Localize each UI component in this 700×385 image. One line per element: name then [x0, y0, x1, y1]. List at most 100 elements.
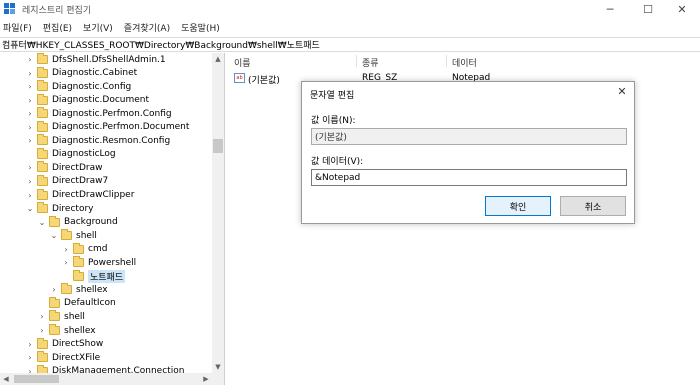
tree-item-label: shell [64, 311, 85, 322]
tree-horizontal-scroll-thumb[interactable] [14, 375, 59, 383]
tree-item[interactable]: › Diagnostic.Perfmon.Document [26, 120, 190, 134]
chevron-right-icon[interactable]: › [26, 96, 34, 105]
tree-item-label: 노트패드 [88, 269, 126, 283]
tree-item[interactable]: › DirectShow [26, 337, 103, 351]
tree-item-label: Diagnostic.Cabinet [52, 68, 138, 79]
chevron-right-icon[interactable]: › [26, 163, 34, 172]
chevron-right-icon[interactable]: › [26, 340, 34, 349]
tree-item[interactable]: › Diagnostic.Resmon.Config [26, 134, 170, 147]
tree-item-label: DirectXFile [52, 352, 101, 363]
folder-icon [49, 215, 60, 227]
value-data-input[interactable]: &Notepad [311, 169, 627, 186]
registry-tree[interactable]: › DfsShell.DfsShellAdmin.1 › Diagnostic.Cab… [0, 53, 225, 385]
chevron-down-icon[interactable]: ⌄ [26, 204, 34, 213]
chevron-down-icon[interactable]: ⌄ [38, 218, 46, 227]
chevron-right-icon[interactable]: › [26, 177, 34, 186]
value-name-field: (기본값) [311, 128, 627, 145]
chevron-right-icon[interactable]: › [62, 258, 70, 267]
edit-string-dialog: 문자열 편집 ✕ 값 이름(N): (기본값) 값 데이터(V): &Notep… [301, 81, 635, 224]
tree-horizontal-scrollbar[interactable]: ◀ ▶ [0, 373, 224, 385]
folder-icon [37, 93, 48, 105]
folder-icon [37, 134, 48, 146]
tree-item[interactable]: DefaultIcon [38, 296, 116, 310]
tree-item[interactable]: › Powershell [62, 256, 136, 269]
tree-item-label: Diagnostic.Document [52, 95, 150, 106]
tree-item[interactable]: › DirectDrawClipper [26, 188, 135, 202]
menu-bar: 파일(F) 편집(E) 보기(V) 즐겨찾기(A) 도움말(H) [0, 19, 231, 36]
chevron-right-icon[interactable]: › [26, 69, 34, 78]
tree-item[interactable]: › Diagnostic.Cabinet [26, 66, 138, 80]
value-name-text: (기본값) [315, 133, 347, 143]
menu-file[interactable]: 파일(F) [3, 21, 32, 34]
chevron-right-icon[interactable]: › [38, 312, 46, 321]
tree-item[interactable]: ⌄ Background [38, 215, 118, 229]
tree-item[interactable]: › shellex [38, 324, 96, 337]
scroll-left-arrow-icon[interactable]: ◀ [0, 373, 12, 385]
chevron-right-icon[interactable]: › [38, 326, 46, 335]
tree-item[interactable]: › shellex [50, 283, 108, 296]
tree-item[interactable]: › cmd [62, 242, 107, 256]
value-name: (기본값) [248, 76, 280, 86]
chevron-right-icon[interactable]: › [26, 136, 34, 145]
folder-icon [37, 337, 48, 349]
menu-edit[interactable]: 편집(E) [43, 21, 72, 34]
tree-item-label: Directory [52, 203, 94, 214]
column-header-name[interactable]: 이름 [234, 56, 251, 69]
folder-icon [37, 107, 48, 119]
tree-item[interactable]: › shell [38, 310, 85, 323]
column-header-type[interactable]: 종류 [362, 56, 379, 69]
folder-icon [73, 256, 84, 268]
menu-favorites[interactable]: 즐겨찾기(A) [124, 21, 170, 34]
column-header-data[interactable]: 데이터 [452, 56, 477, 69]
tree-item-label: DirectDrawClipper [52, 190, 135, 200]
folder-icon [37, 351, 48, 363]
tree-item[interactable]: ⌄ Directory [26, 202, 93, 215]
tree-item-label: shell [76, 230, 97, 241]
folder-icon [37, 53, 48, 64]
column-separator[interactable] [356, 55, 357, 67]
minimize-button[interactable]: ─ [592, 0, 628, 18]
chevron-right-icon[interactable]: › [26, 123, 34, 132]
chevron-right-icon[interactable]: › [26, 82, 34, 91]
chevron-right-icon[interactable]: › [26, 55, 34, 64]
folder-icon [49, 324, 60, 335]
menu-view[interactable]: 보기(V) [83, 21, 113, 34]
tree-item-label: Diagnostic.Perfmon.Document [52, 122, 190, 133]
address-bar[interactable]: 컴퓨터₩HKEY_CLASSES_ROOT₩Directory₩Backgrou… [0, 37, 700, 52]
scroll-up-arrow-icon[interactable]: ▲ [212, 53, 224, 65]
chevron-right-icon[interactable]: › [26, 109, 34, 118]
close-button[interactable]: ✕ [664, 0, 700, 18]
tree-item[interactable]: › Diagnostic.Config [26, 80, 131, 93]
folder-icon [37, 188, 48, 200]
chevron-right-icon[interactable]: › [50, 285, 58, 294]
tree-item[interactable]: › DirectXFile [26, 351, 100, 364]
tree-item-label: Background [64, 217, 118, 228]
tree-item[interactable]: › Diagnostic.Perfmon.Config [26, 107, 172, 120]
folder-icon [37, 147, 48, 159]
tree-vertical-scroll-thumb[interactable] [213, 139, 223, 153]
tree-item[interactable]: › Diagnostic.Document [26, 93, 150, 107]
value-data-label: 값 데이터(V): [311, 157, 364, 167]
tree-vertical-scrollbar[interactable]: ▲ ▼ [212, 53, 224, 373]
chevron-right-icon[interactable]: › [26, 191, 34, 200]
menu-help[interactable]: 도움말(H) [181, 21, 220, 34]
tree-item-label: Diagnostic.Perfmon.Config [52, 108, 172, 119]
tree-item[interactable]: 노트패드 [62, 269, 126, 283]
ok-button[interactable]: 확인 [485, 196, 551, 216]
tree-item[interactable]: › DirectDraw [26, 161, 102, 174]
value-name-label: 값 이름(N): [311, 116, 356, 126]
tree-item[interactable]: › DirectDraw7 [26, 174, 108, 188]
column-separator[interactable] [446, 55, 447, 67]
chevron-right-icon[interactable]: › [26, 353, 34, 362]
scroll-right-arrow-icon[interactable]: ▶ [200, 373, 212, 385]
tree-item[interactable]: ⌄ shell [50, 229, 97, 242]
tree-item[interactable]: DiagnosticLog [26, 147, 116, 161]
scroll-down-arrow-icon[interactable]: ▼ [212, 361, 224, 373]
folder-icon [37, 202, 48, 214]
tree-item[interactable]: › DfsShell.DfsShellAdmin.1 [26, 53, 166, 66]
chevron-down-icon[interactable]: ⌄ [50, 231, 58, 240]
maximize-button[interactable]: ☐ [630, 0, 666, 18]
dialog-close-icon[interactable]: ✕ [616, 85, 628, 98]
cancel-button[interactable]: 취소 [560, 196, 626, 216]
chevron-right-icon[interactable]: › [62, 245, 70, 254]
